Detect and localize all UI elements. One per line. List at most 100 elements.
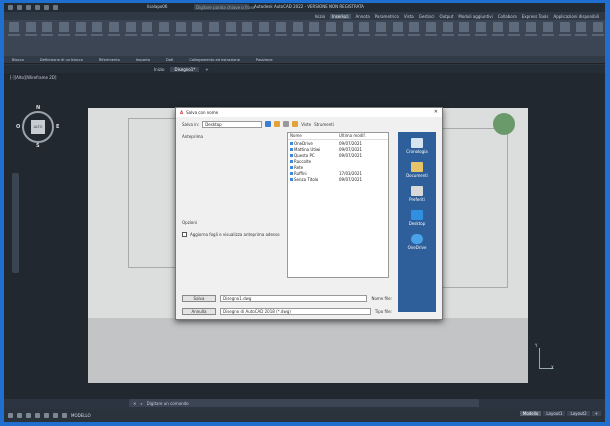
tab-moduli[interactable]: Moduli aggiuntivi <box>458 14 492 19</box>
polar-icon[interactable] <box>35 413 40 418</box>
layout-tab-model[interactable]: Modello <box>519 410 542 416</box>
tab-gestisci[interactable]: Gestisci <box>419 14 435 19</box>
lineweight-icon[interactable] <box>62 413 67 418</box>
ribbon-tool-icon[interactable] <box>141 22 155 46</box>
ribbon-tool-icon[interactable] <box>391 22 405 46</box>
ribbon-tool-icon[interactable] <box>574 22 588 46</box>
ribbon-tool-icon[interactable] <box>207 22 221 46</box>
group-blocco[interactable]: Blocco <box>4 58 32 62</box>
group-definizione[interactable]: Definizione di un blocco <box>32 58 91 62</box>
delete-icon[interactable] <box>283 121 290 127</box>
compass-north[interactable]: N <box>36 105 40 111</box>
cancel-button[interactable]: Annulla <box>182 307 216 315</box>
ribbon-tool-icon[interactable] <box>307 22 321 46</box>
dialog-close-icon[interactable]: ✕ <box>434 109 438 115</box>
file-row[interactable]: Questo PC 09/07/2021 <box>288 152 388 158</box>
ribbon-tool-icon[interactable] <box>57 22 71 46</box>
ribbon-tool-icon[interactable] <box>257 22 271 46</box>
compass-east[interactable]: E <box>56 124 59 130</box>
filetype-select[interactable]: Disegno di AutoCAD 2018 (*.dwg) <box>220 307 371 315</box>
add-layout-icon[interactable]: + <box>591 410 601 416</box>
tab-express-tools[interactable]: Express Tools <box>522 14 549 19</box>
ribbon-tool-icon[interactable] <box>40 22 54 46</box>
ribbon-tool-icon[interactable] <box>24 22 38 46</box>
save-button[interactable]: Salva <box>182 294 216 302</box>
group-posizione[interactable]: Posizione <box>248 58 281 62</box>
tab-collabora[interactable]: Collabora <box>498 14 517 19</box>
file-row[interactable]: Ruffini 17/03/2021 <box>288 170 388 176</box>
redo-icon[interactable] <box>53 5 58 10</box>
group-dati[interactable]: Dati <box>158 58 181 62</box>
save-icon[interactable] <box>35 5 40 10</box>
command-input[interactable]: Digitare un comando <box>147 401 189 406</box>
layout-tab-1[interactable]: Layout1 <box>543 410 566 416</box>
tab-output[interactable]: Output <box>439 14 453 19</box>
ribbon-tool-icon[interactable] <box>374 22 388 46</box>
place-onedrive[interactable]: OneDrive <box>408 234 426 250</box>
back-icon[interactable] <box>265 121 272 127</box>
ribbon-tool-icon[interactable] <box>508 22 522 46</box>
compass-south[interactable]: S <box>36 143 40 149</box>
command-search-icon[interactable]: ⌕ <box>140 401 142 406</box>
group-riferimento[interactable]: Riferimento <box>91 58 128 62</box>
save-in-select[interactable]: Desktop <box>202 120 263 128</box>
search-input[interactable]: Digitare parola chiave o frase <box>194 4 255 10</box>
column-name[interactable]: Nome <box>290 133 339 139</box>
ribbon-tool-icon[interactable] <box>90 22 104 46</box>
ribbon-tool-icon[interactable] <box>541 22 555 46</box>
doc-tab-inizio[interactable]: Inizio <box>154 67 164 72</box>
app-menu-icon[interactable] <box>8 5 13 10</box>
open-file-icon[interactable] <box>26 5 31 10</box>
undo-icon[interactable] <box>44 5 49 10</box>
filename-input[interactable]: Disegno1.dwg <box>220 294 368 302</box>
file-row[interactable]: Senza Titolo 09/07/2021 <box>288 176 388 182</box>
update-thumbnails-checkbox[interactable] <box>182 232 187 237</box>
ribbon-tool-icon[interactable] <box>558 22 572 46</box>
snap-icon[interactable] <box>17 413 22 418</box>
update-thumbnails-checkbox-row[interactable]: Aggiorna fogli e visualizza anteprima ad… <box>182 232 286 237</box>
file-list[interactable]: Nome Ultima modif. OneDrive 09/07/2021 Mat… <box>287 132 389 278</box>
file-row[interactable]: Mattina Utiwi 09/07/2021 <box>288 146 388 152</box>
ribbon-tool-icon[interactable] <box>324 22 338 46</box>
file-row[interactable]: OneDrive 09/07/2021 <box>288 140 388 146</box>
ribbon-tool-icon[interactable] <box>74 22 88 46</box>
compass-west[interactable]: O <box>16 124 20 130</box>
ribbon-tool-icon[interactable] <box>224 22 238 46</box>
ribbon-tool-icon[interactable] <box>191 22 205 46</box>
place-preferiti[interactable]: Preferiti <box>409 186 425 202</box>
place-cronologia[interactable]: Cronologia <box>406 138 428 154</box>
ribbon-tool-icon[interactable] <box>291 22 305 46</box>
viewcube[interactable]: ALTO N S E O <box>16 105 60 149</box>
tab-annota[interactable]: Annota <box>356 14 370 19</box>
tab-parametrico[interactable]: Parametrico <box>375 14 399 19</box>
osnap-icon[interactable] <box>44 413 49 418</box>
ribbon-tool-icon[interactable] <box>107 22 121 46</box>
ribbon-tool-icon[interactable] <box>7 22 21 46</box>
tools-menu[interactable]: Strumenti <box>314 122 334 127</box>
views-menu[interactable]: Viste <box>301 122 311 127</box>
ribbon-tool-icon[interactable] <box>341 22 355 46</box>
column-date[interactable]: Ultima modif. <box>339 133 388 139</box>
ribbon-tool-icon[interactable] <box>424 22 438 46</box>
tab-inserisci[interactable]: Inserisci <box>330 13 351 19</box>
new-tab-icon[interactable]: + <box>205 67 208 72</box>
group-importa[interactable]: Importa <box>128 58 158 62</box>
ribbon-tool-icon[interactable] <box>357 22 371 46</box>
tab-inizio[interactable]: Inizio <box>315 14 325 19</box>
view-label[interactable]: [-][Alto][Wireframe 2D] <box>10 75 56 80</box>
new-folder-icon[interactable] <box>292 121 299 127</box>
place-desktop[interactable]: Desktop <box>409 210 425 226</box>
new-file-icon[interactable] <box>17 5 22 10</box>
viewcube-face[interactable]: ALTO <box>31 120 45 134</box>
ribbon-tool-icon[interactable] <box>174 22 188 46</box>
ribbon-tool-icon[interactable] <box>241 22 255 46</box>
grid-icon[interactable] <box>8 413 13 418</box>
ribbon-tool-icon[interactable] <box>458 22 472 46</box>
command-close-icon[interactable]: ✕ <box>133 401 136 406</box>
navigation-bar[interactable] <box>12 173 19 273</box>
otrack-icon[interactable] <box>53 413 58 418</box>
user-name[interactable]: lisalapo06 <box>147 4 167 9</box>
doc-tab-disegno1[interactable]: Disegno1* <box>170 66 200 72</box>
up-folder-icon[interactable] <box>274 121 281 127</box>
ribbon-tool-icon[interactable] <box>474 22 488 46</box>
